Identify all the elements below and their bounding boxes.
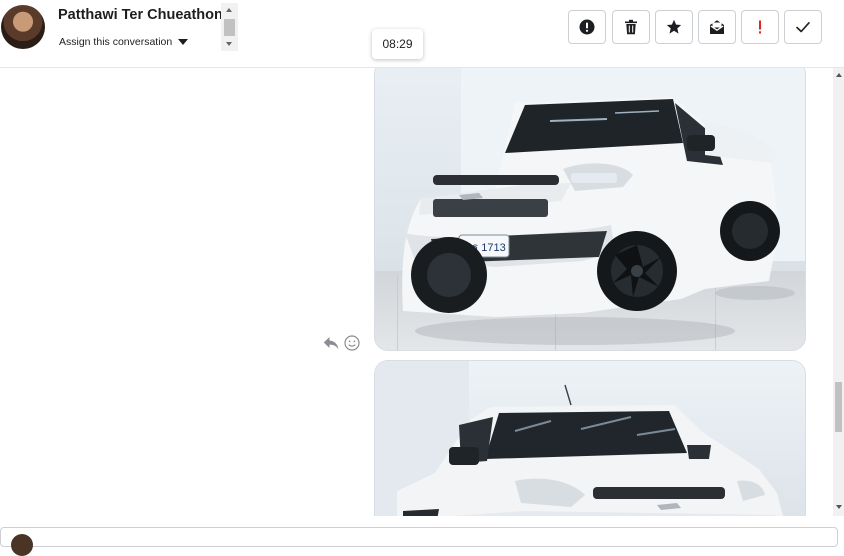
mark-unread-button[interactable] [698,10,736,44]
thread-scrollbar[interactable] [833,68,844,516]
assign-conversation-dropdown[interactable]: Assign this conversation [59,36,189,48]
mark-done-button[interactable] [784,10,822,44]
scroll-thumb[interactable] [224,19,235,36]
emoji-reaction-icon[interactable] [344,335,360,351]
exclamation-circle-icon [579,19,595,35]
contact-name[interactable]: Patthawi Ter Chueathong [58,7,232,23]
assign-label: Assign this conversation [59,36,173,48]
caret-down-icon [178,39,189,45]
scroll-up-arrow-icon[interactable] [226,8,232,12]
mark-important-button[interactable] [741,10,779,44]
message-timestamp-tooltip: 08:29 [372,29,423,59]
star-icon [666,19,682,34]
scroll-down-arrow-icon[interactable] [226,42,232,46]
scroll-up-arrow-icon[interactable] [836,73,842,77]
message-actions [323,335,360,351]
star-button[interactable] [655,10,693,44]
scroll-down-arrow-icon[interactable] [836,505,842,509]
contact-avatar[interactable] [1,5,45,49]
pickup-truck-image: ฒฐ 1713 [375,68,805,350]
message-composer[interactable] [0,527,838,556]
image-attachment[interactable] [374,360,806,516]
mark-spam-button[interactable] [568,10,606,44]
name-scrollbar[interactable] [221,3,238,51]
reply-icon[interactable] [323,336,339,350]
exclamation-icon [759,20,761,34]
image-attachment[interactable]: ฒฐ 1713 [374,68,806,351]
checkmark-icon [796,22,810,33]
message-thread[interactable]: ฒฐ 1713 [0,68,833,516]
delete-button[interactable] [612,10,650,44]
scroll-thumb[interactable] [835,382,842,432]
envelope-icon [710,20,724,34]
pickup-truck-image [375,361,805,516]
trash-icon [625,19,637,35]
composer-avatar [11,534,33,556]
